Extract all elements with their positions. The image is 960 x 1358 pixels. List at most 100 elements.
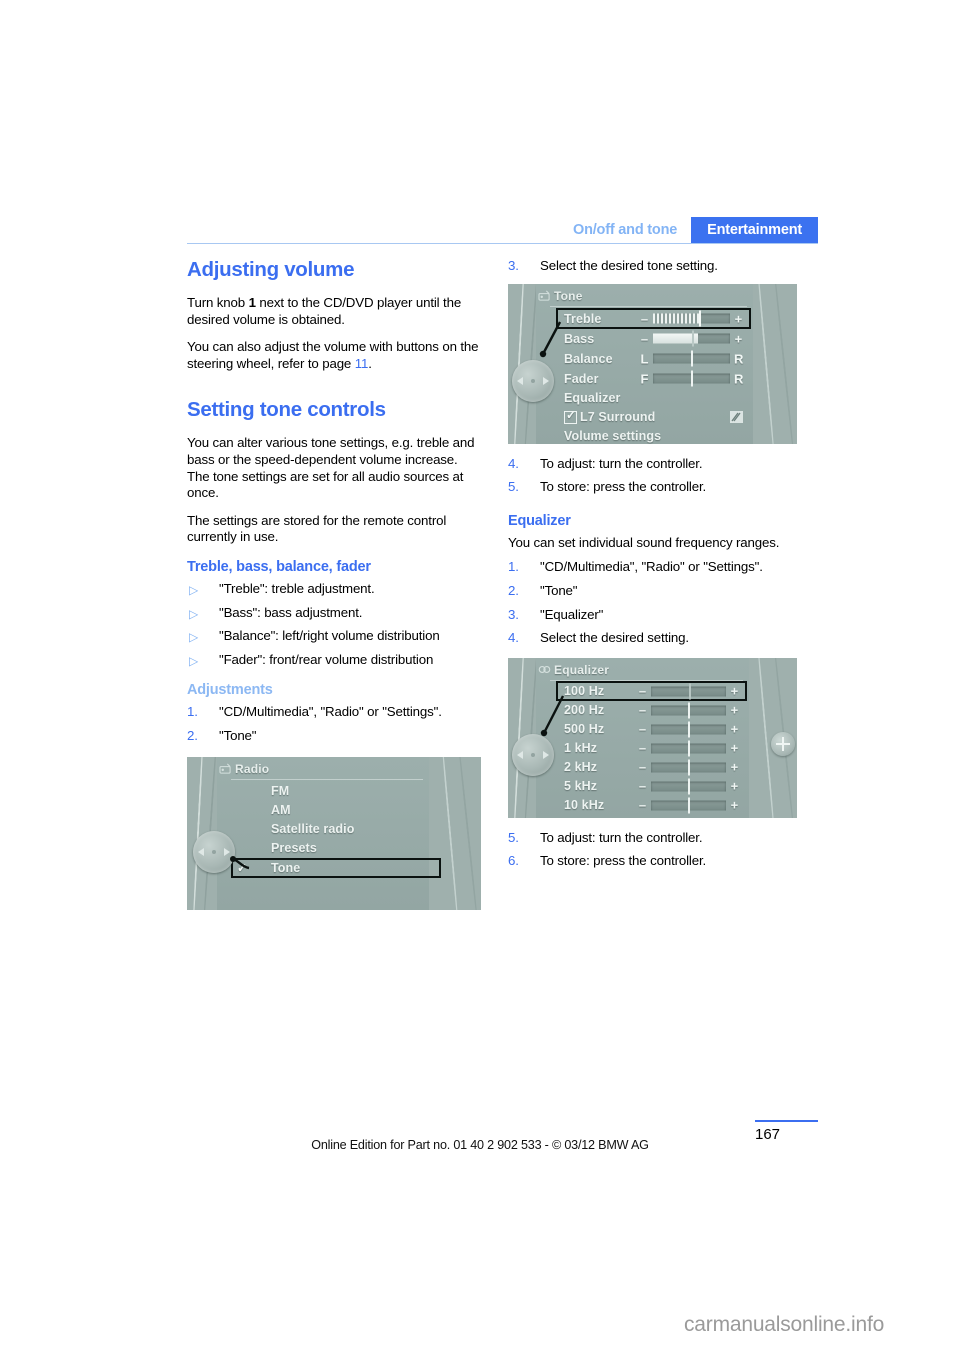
eq-slider[interactable]: – + xyxy=(638,797,739,814)
slider-track[interactable] xyxy=(651,683,726,700)
page-reference-link[interactable]: 11 xyxy=(355,356,369,371)
step-number: 1. xyxy=(508,559,519,575)
header-tab-entertainment: Entertainment xyxy=(691,217,818,243)
eq-slider[interactable]: – + xyxy=(638,759,739,776)
eq-slider[interactable]: – + xyxy=(638,702,739,719)
slider-track[interactable] xyxy=(651,797,726,814)
minus-sign[interactable]: – xyxy=(638,722,647,737)
fader-slider[interactable]: F R xyxy=(640,370,743,387)
minus-sign[interactable]: – xyxy=(638,760,647,775)
eq-band-label: 2 kHz xyxy=(564,760,598,775)
equalizer-band-list: 100 Hz – + 200 Hz – + 500 Hz – + 1 kHz –… xyxy=(556,680,747,815)
step-text: Select the desired setting. xyxy=(540,630,689,646)
slider-thumb xyxy=(687,740,690,757)
paragraph-tone-2: The tone settings are set for all audio … xyxy=(187,468,464,501)
plus-sign[interactable]: + xyxy=(730,684,739,699)
minus-sign[interactable]: – xyxy=(638,684,647,699)
adjustments-steps-list: 1. "CD/Multimedia", "Radio" or "Settings… xyxy=(187,704,482,744)
eq-band-1khz[interactable]: 1 kHz – + xyxy=(564,739,743,758)
eq-band-10khz[interactable]: 10 kHz – + xyxy=(564,796,743,815)
watermark-text: carmanualsonline.info xyxy=(684,1313,885,1336)
plus-sign[interactable]: + xyxy=(730,722,739,737)
slider-track[interactable] xyxy=(651,702,726,719)
page-header: On/off and tone Entertainment xyxy=(187,217,818,243)
tone-row-equalizer[interactable]: Equalizer xyxy=(564,389,747,408)
slider-track[interactable] xyxy=(653,350,730,367)
list-item: ▷ "Fader": front/rear volume distributio… xyxy=(187,652,482,669)
step-number: 2. xyxy=(508,582,519,598)
tone-row-balance[interactable]: Balance L R xyxy=(564,349,747,369)
paragraph-steering-wheel: You can also adjust the volume with butt… xyxy=(187,339,482,372)
tone-row-bass[interactable]: Bass – + xyxy=(564,329,747,349)
knob-center-dot xyxy=(212,849,216,854)
list-item: 3. "Equalizer" xyxy=(508,607,803,624)
menu-item-satellite-radio[interactable]: Satellite radio xyxy=(251,820,425,839)
slider-track[interactable] xyxy=(653,310,730,327)
eq-band-100hz[interactable]: 100 Hz – + xyxy=(556,680,747,701)
list-item: 1. "CD/Multimedia", "Radio" or "Settings… xyxy=(508,559,803,576)
tone-steps-45-list: 4. To adjust: turn the controller. 5. To… xyxy=(508,456,803,496)
plus-sign[interactable]: + xyxy=(730,798,739,813)
tone-row-treble[interactable]: Treble – + xyxy=(556,307,751,329)
step-text: Select the desired tone setting. xyxy=(540,258,718,273)
right-channel-label: R xyxy=(734,351,744,367)
front-label: F xyxy=(640,371,649,387)
slider-hatch-fill xyxy=(653,313,701,324)
plus-button-knob[interactable] xyxy=(771,731,795,756)
eq-slider[interactable]: – + xyxy=(638,721,739,738)
tone-row-label: Volume settings xyxy=(564,429,662,444)
plus-sign[interactable]: + xyxy=(734,311,743,326)
tone-row-l7-surround[interactable]: ✓ L7 Surround xyxy=(564,408,747,427)
figure-title: Radio xyxy=(235,761,270,776)
treble-slider[interactable]: – + xyxy=(640,310,743,327)
menu-item-label: AM xyxy=(271,803,291,817)
bezel-line xyxy=(772,283,796,444)
plus-sign[interactable]: + xyxy=(730,703,739,718)
minus-sign[interactable]: – xyxy=(638,779,647,794)
menu-item-presets[interactable]: Presets xyxy=(251,839,425,858)
tone-row-volume-settings[interactable]: Volume settings xyxy=(564,427,747,444)
eq-slider[interactable]: – + xyxy=(638,778,739,795)
minus-sign[interactable]: – xyxy=(640,331,649,346)
plus-sign[interactable]: + xyxy=(730,741,739,756)
slider-track[interactable] xyxy=(651,740,726,757)
minus-sign[interactable]: – xyxy=(640,311,649,326)
bass-slider[interactable]: – + xyxy=(640,330,743,347)
paragraph-tone-1: You can alter various tone settings, e.g… xyxy=(187,435,475,467)
eq-slider[interactable]: – + xyxy=(638,740,739,757)
selection-highlight xyxy=(231,857,441,878)
minus-sign[interactable]: – xyxy=(638,798,647,813)
plus-sign[interactable]: + xyxy=(734,331,743,346)
tone-row-fader[interactable]: Fader F R xyxy=(564,369,747,389)
step-number: 1. xyxy=(187,704,198,720)
tone-row-label: Fader xyxy=(564,371,599,386)
menu-item-am[interactable]: AM xyxy=(251,801,425,820)
minus-sign[interactable]: – xyxy=(638,703,647,718)
balance-slider[interactable]: L R xyxy=(640,350,744,367)
menu-item-fm[interactable]: FM xyxy=(251,782,425,801)
menu-item-tone[interactable]: ✓ Tone xyxy=(231,857,441,878)
menu-item-label: Presets xyxy=(271,841,317,855)
slider-track[interactable] xyxy=(651,778,726,795)
plus-sign[interactable]: + xyxy=(730,779,739,794)
slider-track[interactable] xyxy=(651,721,726,738)
minus-sign[interactable]: – xyxy=(638,741,647,756)
eq-band-500hz[interactable]: 500 Hz – + xyxy=(564,720,743,739)
eq-slider[interactable]: – + xyxy=(638,683,739,700)
list-item-label: "Fader": front/rear volume distribution xyxy=(219,651,434,667)
manual-page: On/off and tone Entertainment Adjusting … xyxy=(0,0,960,1358)
eq-band-2khz[interactable]: 2 kHz – + xyxy=(564,758,743,777)
heading-adjustments: Adjustments xyxy=(187,682,273,699)
step-number: 6. xyxy=(508,853,519,869)
plus-sign[interactable]: + xyxy=(730,760,739,775)
slider-track[interactable] xyxy=(653,370,730,387)
eq-band-200hz[interactable]: 200 Hz – + xyxy=(564,701,743,720)
step-number: 3. xyxy=(508,606,519,622)
slider-track[interactable] xyxy=(651,759,726,776)
eq-band-5khz[interactable]: 5 kHz – + xyxy=(564,777,743,796)
slider-track[interactable] xyxy=(653,330,730,347)
triangle-right-icon: ▷ xyxy=(189,582,199,597)
bezel-line xyxy=(756,283,776,444)
slider-thumb xyxy=(687,759,690,776)
bezel-line xyxy=(192,756,204,910)
